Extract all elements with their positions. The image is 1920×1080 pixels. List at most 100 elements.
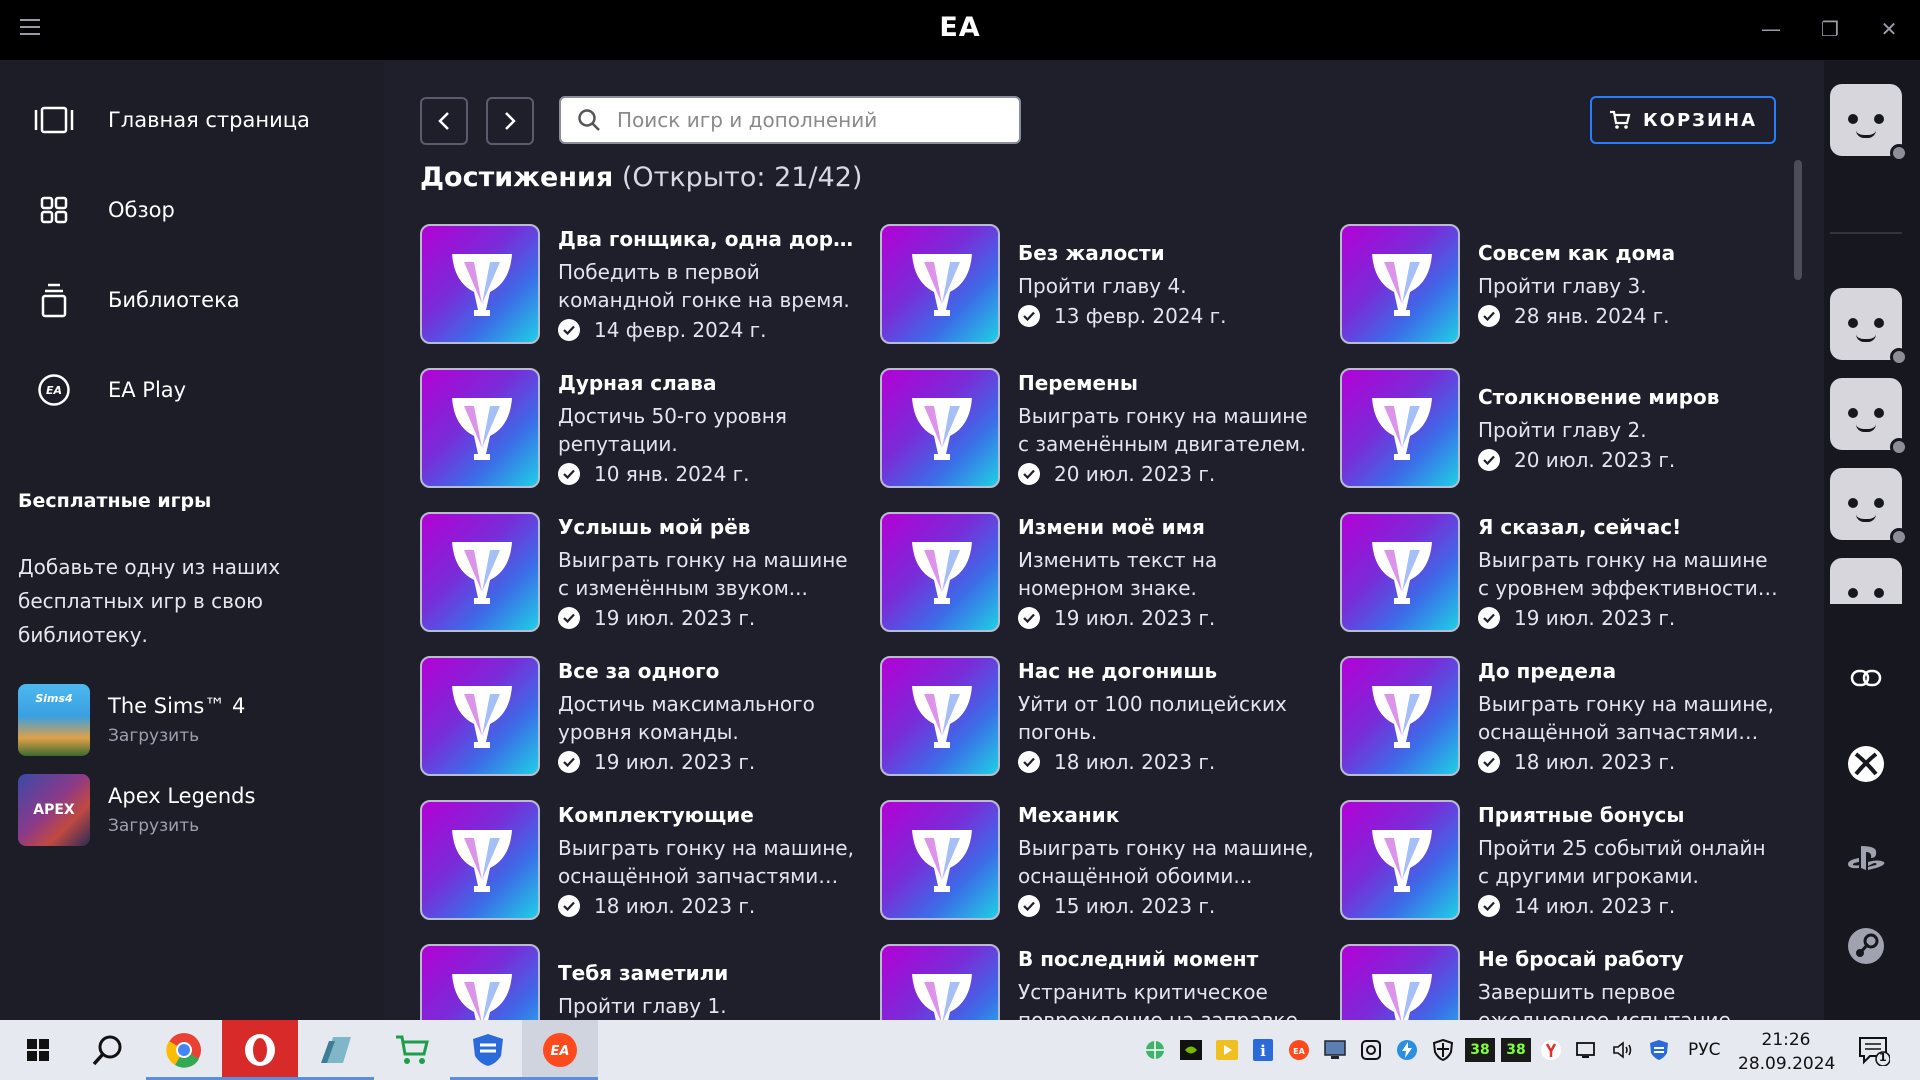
- achievement-description: Выиграть гонку на машине, оснащённой обо…: [1018, 836, 1314, 888]
- tray-camera-icon[interactable]: [1359, 1038, 1383, 1062]
- achievement-date-text: 18 июл. 2023 г.: [1054, 750, 1216, 774]
- tray-display-icon[interactable]: [1575, 1038, 1599, 1062]
- check-icon: [1478, 607, 1500, 629]
- achievement-title: В последний момент: [1018, 947, 1259, 971]
- scrollbar-thumb[interactable]: [1794, 160, 1802, 280]
- friends-rail: [1824, 60, 1920, 1020]
- achievement-card: Совсем как дома Пройти главу 3. 28 янв. 20…: [1340, 224, 1780, 344]
- achievement-card: В последний момент Устранить критическое …: [880, 944, 1320, 1020]
- sidebar-item-home[interactable]: Главная страница: [30, 96, 310, 144]
- achievement-title: Совсем как дома: [1478, 241, 1676, 265]
- trophy-icon: [1340, 512, 1460, 632]
- achievement-description: Пройти главу 1.: [558, 994, 727, 1018]
- link-account-icon[interactable]: [1842, 654, 1890, 702]
- check-icon: [1478, 449, 1500, 471]
- shield-app-icon[interactable]: [450, 1020, 526, 1080]
- download-link[interactable]: Загрузить: [108, 726, 245, 746]
- notifications-icon[interactable]: 1: [1858, 1036, 1891, 1070]
- tray-nvidia-icon[interactable]: [1179, 1038, 1203, 1062]
- language-indicator[interactable]: РУС: [1688, 1040, 1720, 1060]
- trophy-icon: [420, 656, 540, 776]
- avatar[interactable]: [1830, 558, 1902, 604]
- avatar[interactable]: [1830, 288, 1908, 366]
- achievement-card: До предела Выиграть гонку на машине, осна…: [1340, 656, 1780, 776]
- free-game-apex[interactable]: APEX Apex Legends Загрузить: [18, 774, 255, 846]
- game-name: Apex Legends: [108, 784, 256, 808]
- tray-lightning-icon[interactable]: [1395, 1038, 1419, 1062]
- avatar[interactable]: [1830, 84, 1908, 162]
- achievement-date-text: 18 июл. 2023 г.: [594, 894, 756, 918]
- divider: [1830, 232, 1902, 234]
- sidebar-item-library[interactable]: Библиотека: [30, 276, 240, 324]
- achievement-card: Без жалости Пройти главу 4. 13 февр. 2024 …: [880, 224, 1320, 344]
- achievement-title: Без жалости: [1018, 241, 1165, 265]
- trophy-icon: [420, 944, 540, 1020]
- search-bar[interactable]: [559, 96, 1021, 144]
- free-games-title: Бесплатные игры: [18, 490, 212, 512]
- achievement-card: Нас не догонишь Уйти от 100 полицейских п…: [880, 656, 1320, 776]
- tray-security-shield-icon[interactable]: [1431, 1038, 1455, 1062]
- achievement-description: Выиграть гонку на машине с заменённым дв…: [1018, 404, 1308, 456]
- restore-icon[interactable]: ❐: [1815, 14, 1845, 44]
- title-bar: EA — ❐ ✕: [0, 0, 1920, 60]
- minimize-icon[interactable]: —: [1756, 14, 1786, 44]
- tray-volume-icon[interactable]: [1611, 1038, 1635, 1062]
- windows-start-icon[interactable]: [0, 1020, 76, 1080]
- tray-monitor-icon[interactable]: [1323, 1038, 1347, 1062]
- tray-temperature-1[interactable]: 38: [1465, 1038, 1495, 1062]
- sidebar-item-ea-play[interactable]: EA EA Play: [30, 366, 186, 414]
- trophy-icon: [1340, 800, 1460, 920]
- achievement-description: Выиграть гонку на машине с уровнем эффек…: [1478, 548, 1768, 600]
- ea-app-taskbar-icon[interactable]: EA: [522, 1020, 598, 1080]
- achievement-title: Услышь мой рёв: [558, 515, 751, 539]
- tray-player-icon[interactable]: [1215, 1038, 1239, 1062]
- tray-ea-icon[interactable]: EA: [1287, 1038, 1311, 1062]
- steam-icon[interactable]: [1842, 922, 1890, 970]
- achievement-title: Измени моё имя: [1018, 515, 1205, 539]
- clock[interactable]: 21:26 28.09.2024: [1738, 1028, 1835, 1076]
- achievement-date-text: 13 февр. 2024 г.: [1054, 304, 1227, 328]
- search-input[interactable]: [617, 108, 997, 132]
- shop-cart-icon[interactable]: [374, 1020, 450, 1080]
- taskbar-search-icon[interactable]: [70, 1020, 146, 1080]
- opera-icon[interactable]: [222, 1020, 298, 1080]
- chrome-icon[interactable]: [146, 1020, 222, 1080]
- close-icon[interactable]: ✕: [1874, 14, 1904, 44]
- back-button[interactable]: [420, 97, 468, 145]
- tray-temperature-2[interactable]: 38: [1501, 1038, 1531, 1062]
- sidebar-item-label: Обзор: [108, 198, 175, 222]
- home-icon: [30, 96, 78, 144]
- svg-text:i: i: [1260, 1042, 1266, 1060]
- tray-shield-blue-icon[interactable]: [1647, 1038, 1671, 1062]
- tray-network-globe-icon[interactable]: [1143, 1038, 1167, 1062]
- search-icon: [578, 109, 600, 131]
- achievement-description: Победить в первой командной гонке на вре…: [558, 260, 850, 312]
- avatar[interactable]: [1830, 468, 1908, 546]
- playstation-icon[interactable]: [1842, 834, 1890, 882]
- avatar[interactable]: [1830, 378, 1908, 456]
- download-link[interactable]: Загрузить: [108, 816, 255, 836]
- game-name: The Sims™ 4: [108, 694, 246, 718]
- free-game-sims4[interactable]: Sims4 The Sims™ 4 Загрузить: [18, 684, 245, 756]
- achievement-card: Приятные бонусы Пройти 25 событий онлайн …: [1340, 800, 1780, 920]
- browse-grid-icon: [30, 186, 78, 234]
- sidebar-item-browse[interactable]: Обзор: [30, 186, 175, 234]
- tray-yandex-icon[interactable]: [1539, 1038, 1563, 1062]
- achievement-description: Пройти 25 событий онлайн с другими игрок…: [1478, 836, 1766, 888]
- check-icon: [558, 319, 580, 341]
- achievement-description: Уйти от 100 полицейских погонь.: [1018, 692, 1287, 744]
- file-manager-icon[interactable]: [298, 1020, 374, 1080]
- trophy-icon: [880, 224, 1000, 344]
- tray-info-icon[interactable]: i: [1251, 1038, 1275, 1062]
- achievement-card: Измени моё имя Изменить текст на номерном…: [880, 512, 1320, 632]
- cart-button[interactable]: КОРЗИНА: [1590, 96, 1776, 144]
- chevron-right-icon: [505, 112, 516, 130]
- achievement-description: Пройти главу 3.: [1478, 274, 1647, 298]
- check-icon: [1018, 463, 1040, 485]
- achievement-date: 14 февр. 2024 г.: [558, 316, 860, 344]
- achievement-card: Тебя заметили Пройти главу 1.: [420, 944, 860, 1020]
- forward-button[interactable]: [486, 97, 534, 145]
- check-icon: [558, 463, 580, 485]
- check-icon: [1478, 895, 1500, 917]
- xbox-icon[interactable]: [1842, 740, 1890, 788]
